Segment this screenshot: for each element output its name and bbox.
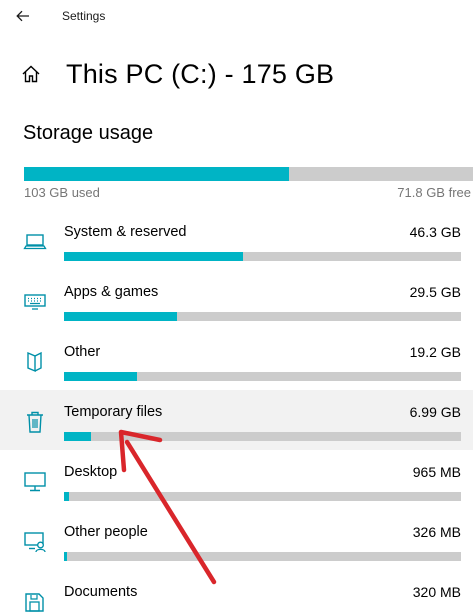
category-usage-bar [64,432,461,441]
trash-icon [22,410,48,434]
category-size: 29.5 GB [409,284,461,300]
category-size: 965 MB [412,464,461,480]
category-size: 46.3 GB [409,224,461,240]
page-header: This PC (C:) - 175 GB [20,54,334,94]
home-icon[interactable] [20,63,42,85]
monitor-icon [22,470,48,494]
category-item-system-reserved[interactable]: System & reserved 46.3 GB [0,210,473,270]
keyboard-icon [22,290,48,314]
category-item-desktop[interactable]: Desktop 965 MB [0,450,473,510]
category-label: Other [64,344,101,360]
category-usage-bar [64,312,461,321]
category-usage-bar-fill [64,312,178,321]
section-title: Storage usage [23,122,154,144]
category-usage-bar-fill [64,492,69,501]
used-space-label: 103 GB used [24,185,100,200]
category-item-temporary-files[interactable]: Temporary files 6.99 GB [0,390,473,450]
other-people-icon [22,530,48,554]
category-usage-bar-fill [64,372,138,381]
category-usage-bar [64,492,461,501]
category-usage-bar [64,372,461,381]
other-files-icon [22,350,48,374]
category-label: Documents [64,584,138,600]
category-list: System & reserved 46.3 GB Apps & games 2… [0,210,473,612]
category-label: Temporary files [64,404,163,420]
category-size: 19.2 GB [409,344,461,360]
settings-window: Settings This PC (C:) - 175 GB Storage u… [0,0,473,612]
category-size: 326 MB [412,524,461,540]
category-label: Apps & games [64,284,159,300]
category-usage-bar-fill [64,552,68,561]
category-size: 6.99 GB [409,404,461,420]
category-usage-bar [64,252,461,261]
title-bar: Settings [0,0,473,34]
category-item-other[interactable]: Other 19.2 GB [0,330,473,390]
category-label: Desktop [64,464,118,480]
category-item-documents[interactable]: Documents 320 MB [0,570,473,612]
back-button[interactable] [10,4,36,28]
window-title: Settings [62,9,106,23]
back-arrow-icon [16,10,29,22]
category-label: Other people [64,524,148,540]
category-item-other-people[interactable]: Other people 326 MB [0,510,473,570]
category-label: System & reserved [64,224,187,240]
category-usage-bar-fill [64,432,91,441]
category-usage-bar-fill [64,252,243,261]
category-usage-bar [64,552,461,561]
documents-icon [22,590,48,612]
laptop-icon [22,230,48,254]
free-space-label: 71.8 GB free [397,185,471,200]
storage-usage-bar-fill [24,167,289,181]
storage-usage-bar [24,167,473,181]
category-item-apps-games[interactable]: Apps & games 29.5 GB [0,270,473,330]
page-title: This PC (C:) - 175 GB [66,58,335,89]
category-size: 320 MB [412,584,461,600]
